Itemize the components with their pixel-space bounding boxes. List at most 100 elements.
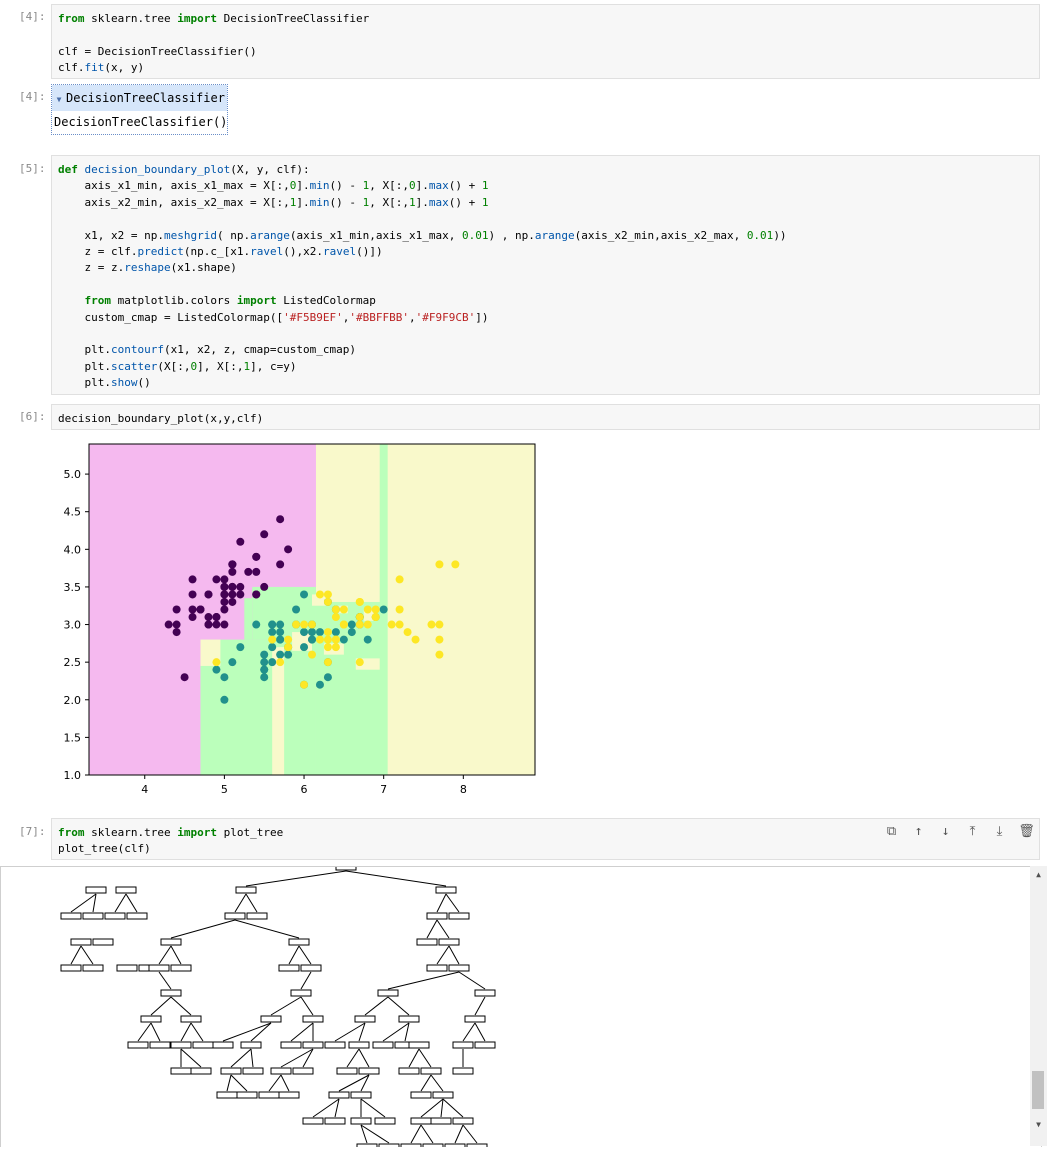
code-token: scatter <box>110 359 158 373</box>
code-token: (X, y, clf): <box>230 163 310 176</box>
code-token: 0.01 <box>462 228 489 242</box>
code-token: import <box>177 826 217 839</box>
scroll-down-arrow-icon[interactable]: ▼ <box>1030 1118 1047 1132</box>
data-point <box>395 605 404 614</box>
data-point <box>236 590 245 599</box>
insert-above-icon[interactable]: ⤒ <box>964 824 981 839</box>
code-editor[interactable]: decision_boundary_plot(x,y,clf) <box>52 405 1039 427</box>
code-token: '#F9F9CB' <box>415 310 476 324</box>
scrollbar[interactable]: ▲ ▼ <box>1030 866 1047 1146</box>
output-prompt-4: [4]: <box>19 90 46 103</box>
input-prompt-6: [6]: <box>19 410 46 423</box>
tree-node <box>170 1067 192 1075</box>
tree-edge <box>334 1022 366 1042</box>
tree-node <box>474 989 496 997</box>
estimator-text: DecisionTreeClassifier() <box>54 115 228 129</box>
code-token: '#BBFFBB' <box>349 310 410 324</box>
tree-edge <box>180 1048 202 1068</box>
code-cell-4[interactable]: from sklearn.tree import DecisionTreeCla… <box>51 4 1040 79</box>
data-point <box>339 635 348 644</box>
x-tick-label: 8 <box>460 783 467 796</box>
data-point <box>244 567 253 576</box>
code-editor[interactable]: def decision_boundary_plot(X, y, clf): a… <box>52 156 1039 392</box>
data-point <box>276 515 285 524</box>
data-point <box>395 620 404 629</box>
code-token: (axis_x2_min,axis_x2_max, <box>574 228 747 242</box>
code-token: predict <box>137 245 184 259</box>
scrollbar-thumb[interactable] <box>1032 1071 1044 1109</box>
tree-node <box>82 912 104 920</box>
copy-icon[interactable]: ⧉ <box>883 824 900 839</box>
tree-edge <box>270 996 302 1016</box>
insert-below-icon[interactable]: ⤓ <box>991 824 1008 839</box>
code-token: ]. <box>415 179 429 193</box>
tree-edge <box>387 971 460 990</box>
arrow-up-icon[interactable]: ↑ <box>910 824 927 839</box>
data-point <box>220 620 229 629</box>
data-point <box>284 643 293 652</box>
code-cell-6[interactable]: decision_boundary_plot(x,y,clf) <box>51 404 1040 430</box>
data-point <box>395 575 404 584</box>
estimator-toggle[interactable]: ▼ DecisionTreeClassifier <box>52 85 227 111</box>
tree-node <box>358 1067 380 1075</box>
code-editor[interactable]: from sklearn.tree import DecisionTreeCla… <box>52 5 1039 77</box>
data-point <box>252 620 261 629</box>
code-token: sklearn.tree <box>84 12 178 25</box>
tree-edge <box>150 1022 161 1042</box>
tree-node <box>448 964 470 972</box>
y-tick-label: 3.5 <box>64 581 82 594</box>
tree-node <box>242 1067 264 1075</box>
tree-edge <box>288 945 300 965</box>
tree-node <box>140 1015 162 1023</box>
data-point <box>188 575 197 584</box>
code-token: decision_boundary_plot(x,y,clf) <box>58 412 264 425</box>
code-cell-5[interactable]: def decision_boundary_plot(X, y, clf): a… <box>51 155 1040 395</box>
tree-node <box>398 1067 420 1075</box>
tree-edge <box>230 1074 248 1092</box>
code-token: ], c=y) <box>250 359 297 373</box>
tree-node <box>356 1143 378 1147</box>
data-point <box>276 620 285 629</box>
scroll-up-arrow-icon[interactable]: ▲ <box>1030 868 1047 882</box>
data-point <box>188 613 197 622</box>
tree-node <box>160 989 182 997</box>
tree-edge <box>190 1022 204 1042</box>
data-point <box>323 643 332 652</box>
data-point <box>228 582 237 591</box>
trash-icon[interactable]: 🗑 <box>1018 824 1035 839</box>
data-point <box>284 545 293 554</box>
tree-node <box>324 1117 346 1125</box>
data-point <box>451 560 460 569</box>
data-point <box>300 643 309 652</box>
data-point <box>331 613 340 622</box>
tree-node <box>302 1015 324 1023</box>
data-point <box>300 590 309 599</box>
data-point <box>315 635 324 644</box>
code-token: () - <box>329 179 363 193</box>
code-token: reshape <box>124 261 171 275</box>
tree-node <box>426 912 448 920</box>
tree-edge <box>125 893 138 913</box>
tree-node <box>104 912 126 920</box>
arrow-down-icon[interactable]: ↓ <box>937 824 954 839</box>
data-point <box>212 620 221 629</box>
data-point <box>292 620 301 629</box>
y-tick-label: 5.0 <box>64 468 82 481</box>
data-point <box>228 560 237 569</box>
data-point <box>339 620 348 629</box>
code-token: )) <box>773 228 787 242</box>
data-point <box>220 590 229 599</box>
y-tick-label: 3.0 <box>64 619 82 632</box>
tree-edge <box>462 1124 478 1144</box>
data-point <box>236 582 245 591</box>
tree-edge <box>234 919 300 939</box>
tree-node <box>448 912 470 920</box>
tree-node <box>116 964 138 972</box>
tree-edge <box>92 893 97 913</box>
data-point <box>252 567 261 576</box>
tree-node <box>126 912 148 920</box>
tree-output[interactable] <box>0 866 1042 1147</box>
code-token: 0.01 <box>746 228 774 242</box>
decision-boundary-plot: 4 5 6 7 8 1.0 1.5 2.0 2.5 3.0 3.5 4.0 4.5 5.0 <box>64 443 536 796</box>
